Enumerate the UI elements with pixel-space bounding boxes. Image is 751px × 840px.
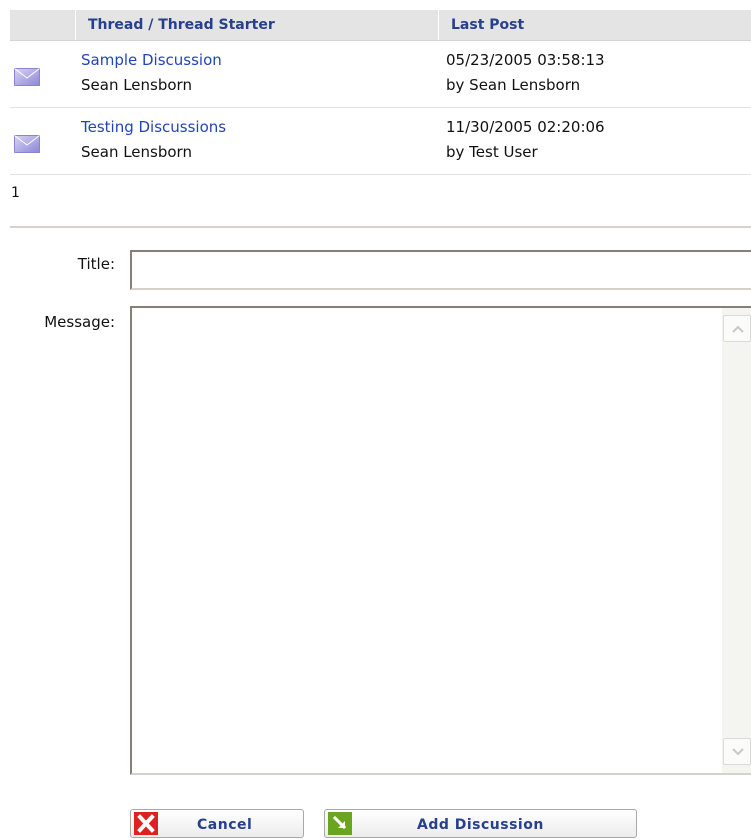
message-scrollbar[interactable]	[722, 308, 751, 773]
chevron-down-icon	[732, 748, 744, 756]
title-label: Title:	[77, 255, 115, 273]
message-textarea[interactable]	[132, 308, 722, 773]
scroll-up-button[interactable]	[723, 315, 751, 342]
title-input[interactable]	[130, 250, 751, 290]
section-divider	[10, 226, 751, 228]
cancel-button-label: Cancel	[197, 817, 253, 833]
thread-starter: Sean Lensborn	[81, 143, 192, 161]
last-post-date: 05/23/2005 03:58:13	[446, 51, 605, 69]
thread-starter: Sean Lensborn	[81, 76, 192, 94]
envelope-icon	[14, 68, 40, 86]
thread-row: Sample Discussion Sean Lensborn 05/23/20…	[10, 41, 751, 108]
column-header-last-post[interactable]: Last Post	[451, 10, 524, 40]
column-separator	[75, 10, 76, 40]
cancel-button[interactable]: Cancel	[130, 809, 304, 838]
cancel-x-icon	[134, 812, 158, 835]
add-discussion-button-label: Add Discussion	[417, 817, 544, 833]
thread-title-link[interactable]: Sample Discussion	[81, 51, 222, 69]
last-post-date: 11/30/2005 02:20:06	[446, 118, 605, 136]
arrow-down-right-icon	[328, 812, 352, 835]
column-separator	[438, 10, 439, 40]
scroll-down-button[interactable]	[723, 738, 751, 765]
chevron-up-icon	[732, 325, 744, 333]
page-number-link[interactable]: 1	[11, 185, 20, 201]
message-field	[130, 306, 751, 775]
column-header-thread[interactable]: Thread / Thread Starter	[88, 10, 275, 40]
envelope-icon	[14, 135, 40, 153]
last-post-author: by Test User	[446, 143, 538, 161]
message-label: Message:	[44, 313, 115, 331]
add-discussion-button[interactable]: Add Discussion	[324, 809, 637, 838]
last-post-author: by Sean Lensborn	[446, 76, 581, 94]
thread-row: Testing Discussions Sean Lensborn 11/30/…	[10, 108, 751, 175]
thread-table-header: Thread / Thread Starter Last Post	[10, 10, 751, 41]
thread-title-link[interactable]: Testing Discussions	[81, 118, 226, 136]
